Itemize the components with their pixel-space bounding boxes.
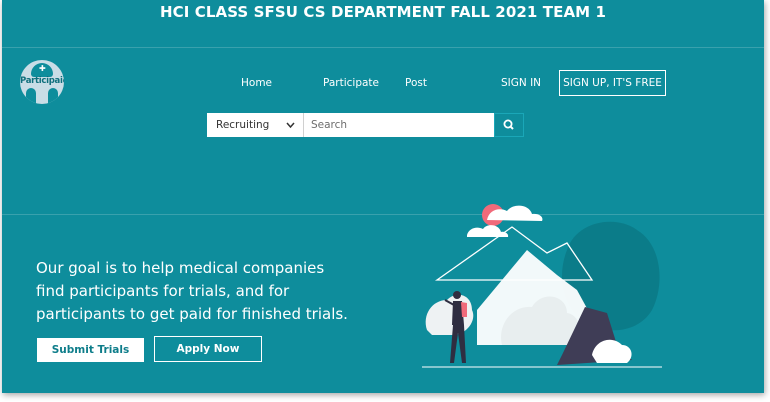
sign-in-link[interactable]: SIGN IN (501, 77, 541, 89)
search-input[interactable] (304, 113, 494, 137)
figure-right (48, 88, 58, 104)
category-selected-value: Recruiting (216, 119, 270, 131)
hiker-mountain-illustration (422, 204, 662, 368)
cross-icon: ✚ (39, 64, 46, 73)
submit-trials-button[interactable]: Submit Trials (37, 338, 144, 362)
hiker-head (453, 291, 461, 299)
chevron-down-icon (286, 113, 295, 147)
cloud-left (467, 225, 509, 237)
page-banner: HCI CLASS SFSU CS DEPARTMENT FALL 2021 T… (159, 3, 607, 21)
hiker-backpack (461, 302, 467, 317)
goal-statement: Our goal is to help medical companies fi… (36, 259, 348, 323)
header-divider (2, 47, 764, 48)
nav-post[interactable]: Post (405, 77, 427, 89)
category-select[interactable]: Recruiting (207, 113, 304, 137)
participaid-logo[interactable]: ✚ Participaid (20, 60, 64, 104)
figure-left (26, 88, 36, 104)
nav-participate[interactable]: Participate (323, 77, 379, 89)
apply-now-button[interactable]: Apply Now (154, 336, 262, 362)
sign-up-button[interactable]: SIGN UP, IT'S FREE (559, 70, 666, 96)
logo-text: Participaid (20, 76, 64, 86)
search-icon (503, 119, 514, 130)
nav-home[interactable]: Home (241, 77, 272, 89)
search-button[interactable] (494, 113, 524, 137)
page-frame: HCI CLASS SFSU CS DEPARTMENT FALL 2021 T… (2, 0, 764, 393)
